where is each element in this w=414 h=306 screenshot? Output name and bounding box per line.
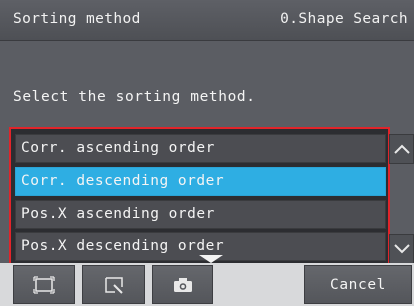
capture-button[interactable] <box>152 265 213 304</box>
list-item-corr-ascending[interactable]: Corr. ascending order <box>15 134 386 163</box>
scroll-down-button[interactable] <box>389 234 414 264</box>
scroll-up-button[interactable] <box>389 134 414 164</box>
list-item-label: Corr. ascending order <box>21 140 215 156</box>
cancel-button[interactable]: Cancel <box>304 265 412 304</box>
title-bar: Sorting method 0.Shape Search <box>0 0 414 41</box>
list-item-label: Corr. descending order <box>21 173 225 189</box>
list-item-corr-descending[interactable]: Corr. descending order <box>15 167 386 196</box>
list-item-posx-ascending[interactable]: Pos.X ascending order <box>15 200 386 229</box>
chevron-down-icon <box>393 244 410 254</box>
zoom-window-button[interactable] <box>82 265 145 304</box>
list-item-label: Pos.X descending order <box>21 238 225 254</box>
instruction-text: Select the sorting method. <box>13 89 256 105</box>
sort-option-list: Corr. ascending order Corr. descending o… <box>9 127 390 266</box>
camera-icon <box>173 277 192 292</box>
triangle-down-icon <box>199 255 223 263</box>
unit-label: 0.Shape Search <box>280 11 408 27</box>
fit-screen-button[interactable] <box>13 265 75 304</box>
chevron-up-icon <box>393 144 410 154</box>
sorting-method-dialog: Sorting method 0.Shape Search Select the… <box>0 0 414 306</box>
bottom-toolbar: Cancel <box>0 263 414 306</box>
dialog-title: Sorting method <box>13 11 141 27</box>
fit-screen-icon <box>33 275 55 294</box>
list-item-label: Pos.X ascending order <box>21 206 215 222</box>
zoom-window-icon <box>104 276 123 294</box>
